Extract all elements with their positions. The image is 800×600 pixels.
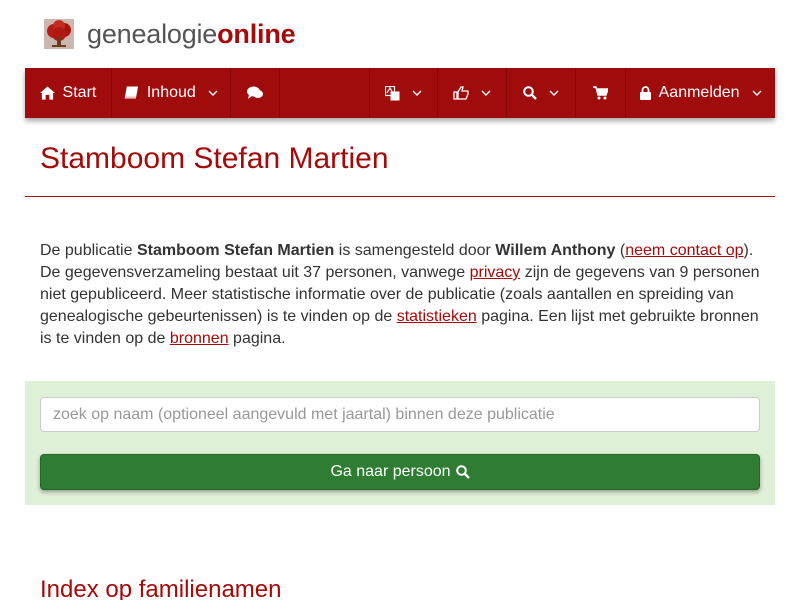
tree-logo-icon xyxy=(44,19,74,49)
intro-text: is samengesteld door xyxy=(334,242,496,259)
statistics-link[interactable]: statistieken xyxy=(397,308,477,325)
publication-name: Stamboom Stefan Martien xyxy=(136,242,335,259)
site-name: genealogieonline xyxy=(87,16,296,52)
go-to-person-button[interactable]: Ga naar persoon xyxy=(40,454,760,490)
chevron-down-icon xyxy=(752,90,762,96)
search-icon xyxy=(455,465,470,479)
publication-intro: De publicatie Stamboom Stefan Martien is… xyxy=(40,240,764,350)
go-to-person-label: Ga naar persoon xyxy=(330,463,451,480)
nav-shop[interactable] xyxy=(576,68,627,118)
home-icon xyxy=(39,86,55,100)
person-search-panel: Ga naar persoon xyxy=(25,381,775,505)
chevron-down-icon xyxy=(549,90,559,96)
author-name: Willem Anthony xyxy=(495,242,616,259)
language-icon xyxy=(385,85,400,101)
surname-index-heading: Index op familienamen xyxy=(40,576,282,600)
intro-text: De publicatie xyxy=(40,242,137,259)
chevron-down-icon xyxy=(481,90,491,96)
person-search-input[interactable] xyxy=(40,397,760,432)
nav-language[interactable] xyxy=(370,68,439,118)
thumbs-up-icon xyxy=(453,86,470,100)
chevron-down-icon xyxy=(412,90,422,96)
nav-start-label: Start xyxy=(62,84,97,101)
shopping-cart-icon xyxy=(593,86,609,100)
intro-text: ( xyxy=(615,242,626,259)
chevron-down-icon xyxy=(208,90,218,96)
nav-comments[interactable] xyxy=(231,68,280,118)
lock-icon xyxy=(639,86,651,100)
nav-start[interactable]: Start xyxy=(25,68,112,118)
page-title: Stamboom Stefan Martien xyxy=(40,142,389,175)
nav-spacer xyxy=(280,68,370,118)
site-name-part1: genealogie xyxy=(87,19,218,49)
search-icon xyxy=(523,86,538,100)
privacy-link[interactable]: privacy xyxy=(470,264,521,281)
intro-text: pagina. xyxy=(228,330,286,347)
nav-login[interactable]: Aanmelden xyxy=(626,68,775,118)
main-navbar: Start Inhoud Aanmelden xyxy=(25,68,775,118)
nav-login-label: Aanmelden xyxy=(658,84,740,101)
book-icon xyxy=(124,86,139,100)
site-name-part2: online xyxy=(217,19,296,49)
nav-like[interactable] xyxy=(438,68,508,118)
site-brand[interactable]: genealogieonline xyxy=(44,16,296,52)
comments-icon xyxy=(246,86,263,100)
contact-link[interactable]: neem contact op xyxy=(625,242,743,259)
sources-link[interactable]: bronnen xyxy=(170,330,229,347)
nav-search[interactable] xyxy=(507,68,577,118)
nav-inhoud[interactable]: Inhoud xyxy=(112,68,231,118)
title-divider xyxy=(25,196,775,197)
nav-inhoud-label: Inhoud xyxy=(146,84,196,101)
